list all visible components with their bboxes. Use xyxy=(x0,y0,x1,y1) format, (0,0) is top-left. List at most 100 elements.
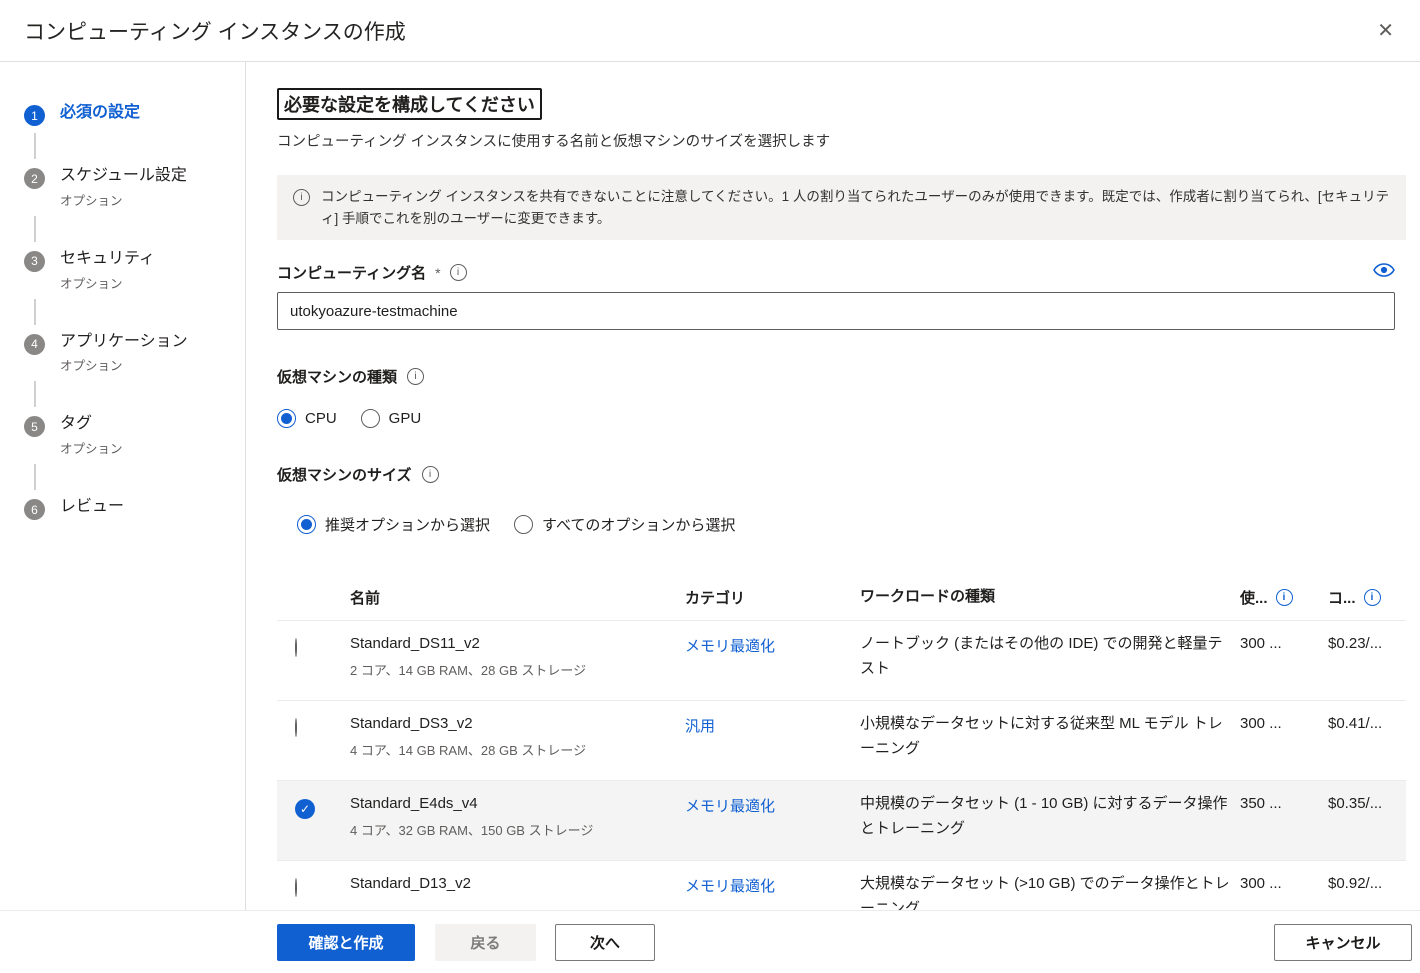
step-connector xyxy=(34,464,36,490)
step-label: アプリケーション xyxy=(60,332,188,353)
vm-name: Standard_E4ds_v4 xyxy=(350,795,677,812)
table-header-row: 名前 カテゴリ ワークロードの種類 使... i コ... i xyxy=(277,575,1406,621)
vm-quota: 300 ... xyxy=(1240,861,1328,892)
compute-name-input[interactable] xyxy=(277,292,1395,330)
step-label: タグ xyxy=(60,414,123,435)
dialog-footer: 確認と作成 戻る 次へ キャンセル xyxy=(0,910,1420,973)
selected-check-icon[interactable]: ✓ xyxy=(295,799,315,819)
info-icon: i xyxy=(293,189,310,206)
step-connector xyxy=(34,299,36,325)
vm-category-link[interactable]: メモリ最適化 xyxy=(685,861,860,896)
vm-specs: 4 コア、32 GB RAM、150 GB ストレージ xyxy=(350,820,677,839)
vm-size-radio-group: 推奨オプションから選択 すべてのオプションから選択 xyxy=(297,514,1406,535)
radio-unselected-icon xyxy=(361,409,380,428)
vm-category-link[interactable]: 汎用 xyxy=(685,701,860,736)
radio-selected-icon xyxy=(277,409,296,428)
info-banner: i コンピューティング インスタンスを共有できないことに注意してください。1 人… xyxy=(277,175,1406,240)
vm-size-table: 名前 カテゴリ ワークロードの種類 使... i コ... i Standard… xyxy=(277,575,1406,910)
table-row-standard-ds3-v2[interactable]: Standard_DS3_v2 4 コア、14 GB RAM、28 GB ストレ… xyxy=(277,701,1406,781)
step-label: レビュー xyxy=(60,497,124,518)
vm-workload: ノートブック (またはその他の IDE) での開発と軽量テスト xyxy=(860,621,1240,682)
info-icon[interactable]: i xyxy=(422,466,439,483)
step-security[interactable]: 3 セキュリティ オプション xyxy=(24,249,245,292)
dialog-header: コンピューティング インスタンスの作成 ✕ xyxy=(0,0,1420,62)
info-banner-text: コンピューティング インスタンスを共有できないことに注意してください。1 人の割… xyxy=(321,186,1390,229)
vm-workload: 中規模のデータセット (1 - 10 GB) に対するデータ操作とトレーニング xyxy=(860,781,1240,842)
radio-gpu[interactable]: GPU xyxy=(361,409,422,428)
table-row-standard-e4ds-v4[interactable]: ✓ Standard_E4ds_v4 4 コア、32 GB RAM、150 GB… xyxy=(277,781,1406,861)
step-number-badge: 3 xyxy=(24,251,45,272)
next-button[interactable]: 次へ xyxy=(555,924,655,961)
step-label: セキュリティ xyxy=(60,249,155,270)
vm-name: Standard_D13_v2 xyxy=(350,875,677,892)
vm-cost: $0.23/... xyxy=(1328,621,1406,652)
step-connector xyxy=(34,133,36,159)
radio-label: CPU xyxy=(305,410,337,427)
info-icon[interactable]: i xyxy=(407,368,424,385)
vm-name: Standard_DS3_v2 xyxy=(350,715,677,732)
radio-unselected-icon[interactable] xyxy=(295,718,297,737)
wizard-stepper: 1 必須の設定 2 スケジュール設定 オプション 3 セキュリティ オプション … xyxy=(0,62,246,910)
radio-all-options[interactable]: すべてのオプションから選択 xyxy=(514,514,735,535)
vm-specs: 2 コア、14 GB RAM、28 GB ストレージ xyxy=(350,660,677,679)
step-number-badge: 5 xyxy=(24,416,45,437)
section-subheading: コンピューティング インスタンスに使用する名前と仮想マシンのサイズを選択します xyxy=(277,130,1406,151)
close-icon[interactable]: ✕ xyxy=(1377,21,1394,41)
step-number-badge: 1 xyxy=(24,105,45,126)
review-create-button[interactable]: 確認と作成 xyxy=(277,924,415,961)
eye-icon[interactable] xyxy=(1373,263,1395,282)
column-header-category: カテゴリ xyxy=(685,587,860,608)
vm-type-radio-group: CPU GPU xyxy=(277,409,1406,428)
column-header-workload: ワークロードの種類 xyxy=(860,585,1240,610)
step-label: 必須の設定 xyxy=(60,103,140,124)
vm-category-link[interactable]: メモリ最適化 xyxy=(685,621,860,656)
vm-workload: 大規模なデータセット (>10 GB) でのデータ操作とトレーニング xyxy=(860,861,1240,910)
vm-cost: $0.92/... xyxy=(1328,861,1406,892)
vm-cost: $0.41/... xyxy=(1328,701,1406,732)
radio-unselected-icon[interactable] xyxy=(295,878,297,897)
table-row-standard-ds11-v2[interactable]: Standard_DS11_v2 2 コア、14 GB RAM、28 GB スト… xyxy=(277,621,1406,701)
vm-name: Standard_DS11_v2 xyxy=(350,635,677,652)
step-applications[interactable]: 4 アプリケーション オプション xyxy=(24,332,245,375)
column-header-cost: コ... i xyxy=(1328,587,1406,608)
step-number-badge: 4 xyxy=(24,334,45,355)
step-number-badge: 2 xyxy=(24,168,45,189)
step-required-settings[interactable]: 1 必須の設定 xyxy=(24,103,245,126)
info-icon[interactable]: i xyxy=(450,264,467,281)
step-sublabel: オプション xyxy=(60,438,123,457)
radio-unselected-icon xyxy=(514,515,533,534)
info-icon[interactable]: i xyxy=(1364,589,1381,606)
vm-quota: 300 ... xyxy=(1240,701,1328,732)
compute-name-label: コンピューティング名 xyxy=(277,262,426,283)
page-title: コンピューティング インスタンスの作成 xyxy=(24,16,406,46)
radio-label: 推奨オプションから選択 xyxy=(325,514,490,535)
vm-cost: $0.35/... xyxy=(1328,781,1406,812)
step-label: スケジュール設定 xyxy=(60,166,187,187)
step-schedule[interactable]: 2 スケジュール設定 オプション xyxy=(24,166,245,209)
step-sublabel: オプション xyxy=(60,190,187,209)
vm-category-link[interactable]: メモリ最適化 xyxy=(685,781,860,816)
step-connector xyxy=(34,381,36,407)
vm-type-label: 仮想マシンの種類 xyxy=(277,366,397,387)
radio-selected-icon xyxy=(297,515,316,534)
step-sublabel: オプション xyxy=(60,273,155,292)
step-connector xyxy=(34,216,36,242)
vm-size-label: 仮想マシンのサイズ xyxy=(277,464,412,485)
radio-unselected-icon[interactable] xyxy=(295,638,297,657)
column-header-name: 名前 xyxy=(350,587,685,608)
vm-quota: 350 ... xyxy=(1240,781,1328,812)
info-icon[interactable]: i xyxy=(1276,589,1293,606)
step-sublabel: オプション xyxy=(60,355,188,374)
table-row-standard-d13-v2[interactable]: Standard_D13_v2 メモリ最適化 大規模なデータセット (>10 G… xyxy=(277,861,1406,910)
radio-label: すべてのオプションから選択 xyxy=(542,514,735,535)
section-heading: 必要な設定を構成してください xyxy=(277,88,542,120)
radio-recommended-options[interactable]: 推奨オプションから選択 xyxy=(297,514,490,535)
required-marker: * xyxy=(435,265,440,281)
step-tags[interactable]: 5 タグ オプション xyxy=(24,414,245,457)
step-review[interactable]: 6 レビュー xyxy=(24,497,245,520)
vm-specs: 4 コア、14 GB RAM、28 GB ストレージ xyxy=(350,740,677,759)
back-button[interactable]: 戻る xyxy=(435,924,536,961)
cancel-button[interactable]: キャンセル xyxy=(1274,924,1412,961)
step-number-badge: 6 xyxy=(24,499,45,520)
radio-cpu[interactable]: CPU xyxy=(277,409,337,428)
